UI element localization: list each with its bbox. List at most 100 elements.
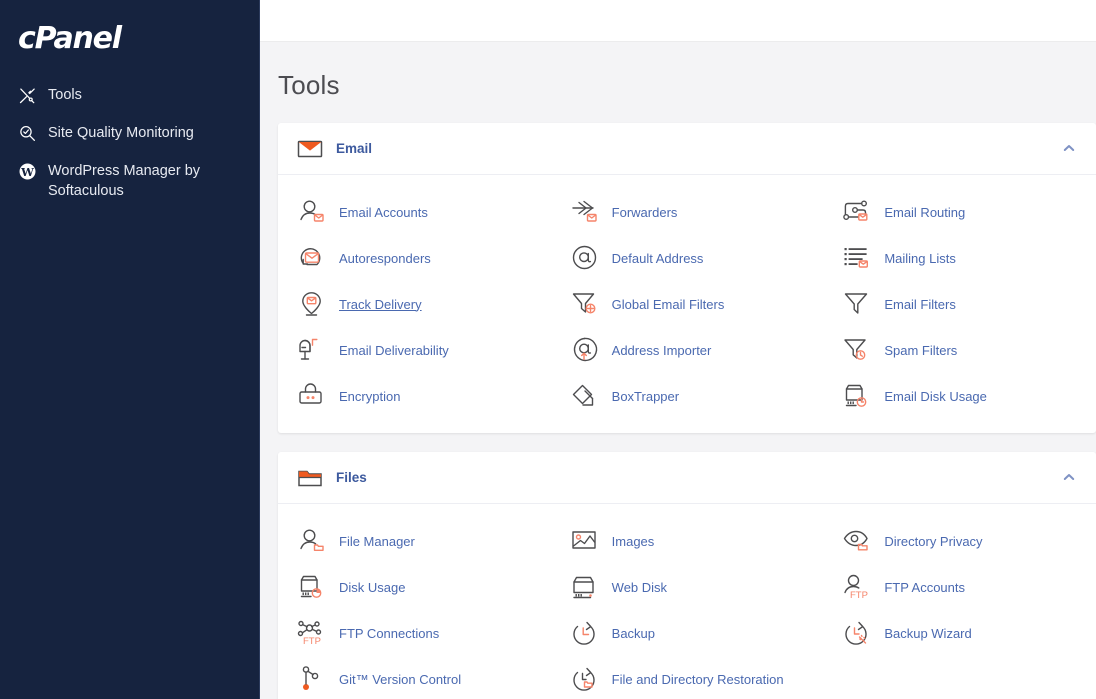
cpanel-logo: cPanel xyxy=(18,21,122,56)
section-email-header[interactable]: Email xyxy=(278,123,1096,175)
sidebar-item-label: Site Quality Monitoring xyxy=(48,125,194,141)
tile-label: FTP Accounts xyxy=(884,579,965,595)
tile-label: FTP Connections xyxy=(339,625,440,641)
tile-email-routing[interactable]: Email Routing xyxy=(823,189,1096,235)
tile-backup-wizard[interactable]: Backup Wizard xyxy=(823,610,1096,656)
user-ftp-icon: FTP xyxy=(839,571,875,603)
list-envelope-icon xyxy=(839,242,875,274)
svg-text:W: W xyxy=(20,164,34,178)
routing-envelope-icon xyxy=(839,196,875,228)
tile-label: Directory Privacy xyxy=(884,533,983,549)
user-folder-icon xyxy=(294,525,330,557)
main-area: Tools Email Email Accounts Forwarders Em… xyxy=(260,0,1096,699)
at-sign-import-icon xyxy=(567,334,603,366)
page-title: Tools xyxy=(278,70,340,100)
tile-email-accounts[interactable]: Email Accounts xyxy=(278,189,551,235)
tile-web-disk[interactable]: Web Disk xyxy=(551,564,824,610)
section-email: Email Email Accounts Forwarders Email Ro… xyxy=(278,123,1096,433)
network-ftp-icon: FTP xyxy=(294,617,330,649)
tile-email-disk-usage[interactable]: Email Disk Usage xyxy=(823,373,1096,419)
tile-label: File and Directory Restoration xyxy=(611,671,784,687)
disk-clock-icon xyxy=(839,380,875,412)
tile-label: Default Address xyxy=(611,250,704,266)
wordpress-icon: W xyxy=(16,161,38,181)
backup-clock-icon xyxy=(567,617,603,649)
tile-default-address[interactable]: Default Address xyxy=(551,235,824,281)
tile-label: Spam Filters xyxy=(884,342,958,358)
tile-label: BoxTrapper xyxy=(611,388,680,404)
funnel-plus-icon xyxy=(567,288,603,320)
sidebar-item-wordpress-manager[interactable]: W WordPress Manager by Softaculous xyxy=(0,152,259,210)
brand[interactable]: cPanel xyxy=(0,14,259,66)
sidebar-nav: Tools Site Quality Monitoring W WordPres… xyxy=(0,76,259,210)
tile-directory-privacy[interactable]: Directory Privacy xyxy=(823,518,1096,564)
backup-wand-icon xyxy=(839,617,875,649)
tile-mailing-lists[interactable]: Mailing Lists xyxy=(823,235,1096,281)
section-title: Email xyxy=(336,141,373,156)
tools-icon xyxy=(16,85,38,105)
image-icon xyxy=(567,525,603,557)
search-check-icon xyxy=(16,123,38,143)
tile-email-filters[interactable]: Email Filters xyxy=(823,281,1096,327)
section-files-header[interactable]: Files xyxy=(278,452,1096,504)
section-email-body: Email Accounts Forwarders Email Routing … xyxy=(278,175,1096,433)
sidebar-item-tools[interactable]: Tools xyxy=(0,76,259,114)
tile-file-and-directory-restoration[interactable]: File and Directory Restoration xyxy=(551,656,824,699)
lock-dots-icon xyxy=(294,380,330,412)
section-title: Files xyxy=(336,470,367,485)
tile-label: Email Filters xyxy=(884,296,956,312)
tile-label: Disk Usage xyxy=(339,579,406,595)
tile-label: Images xyxy=(611,533,655,549)
funnel-clock-icon xyxy=(839,334,875,366)
tile-encryption[interactable]: Encryption xyxy=(278,373,551,419)
tile-label: Email Deliverability xyxy=(339,342,449,358)
sidebar: cPanel Tools Site Quality Monitoring W W… xyxy=(0,0,260,699)
map-pin-envelope-icon xyxy=(294,288,330,320)
svg-text:FTP: FTP xyxy=(850,590,868,601)
section-files-body: File Manager Images Directory Privacy Di… xyxy=(278,504,1096,699)
tile-label: Backup Wizard xyxy=(884,625,972,641)
tile-images[interactable]: Images xyxy=(551,518,824,564)
tile-email-deliverability[interactable]: Email Deliverability xyxy=(278,327,551,373)
mailbox-icon xyxy=(294,334,330,366)
tile-backup[interactable]: Backup xyxy=(551,610,824,656)
tile-disk-usage[interactable]: Disk Usage xyxy=(278,564,551,610)
eye-folder-icon xyxy=(839,525,875,557)
tile-label: Web Disk xyxy=(611,579,668,595)
cpanel-app: cPanel Tools Site Quality Monitoring W W… xyxy=(0,0,1096,699)
refresh-envelope-icon xyxy=(294,242,330,274)
tile-label: Encryption xyxy=(339,388,401,404)
tile-global-email-filters[interactable]: Global Email Filters xyxy=(551,281,824,327)
tile-label: Track Delivery xyxy=(339,296,422,312)
tile-address-importer[interactable]: Address Importer xyxy=(551,327,824,373)
boxtrapper-icon xyxy=(567,380,603,412)
tile-label: Email Disk Usage xyxy=(884,388,987,404)
tile-label: Forwarders xyxy=(611,204,678,220)
tile-boxtrapper[interactable]: BoxTrapper xyxy=(551,373,824,419)
disk-icon xyxy=(567,571,603,603)
tile-label: Git™ Version Control xyxy=(339,671,462,687)
chevron-up-icon[interactable] xyxy=(1062,141,1078,157)
tile-label: File Manager xyxy=(339,533,415,549)
tile-ftp-connections[interactable]: FTP FTP Connections xyxy=(278,610,551,656)
envelope-icon xyxy=(294,138,326,160)
tile-label: Backup xyxy=(611,625,656,641)
tile-track-delivery[interactable]: Track Delivery xyxy=(278,281,551,327)
tool-sections: Email Email Accounts Forwarders Email Ro… xyxy=(260,123,1096,699)
tile-file-manager[interactable]: File Manager xyxy=(278,518,551,564)
tile-forwarders[interactable]: Forwarders xyxy=(551,189,824,235)
tile-label: Global Email Filters xyxy=(611,296,725,312)
tile-ftp-accounts[interactable]: FTP FTP Accounts xyxy=(823,564,1096,610)
tile-label: Email Routing xyxy=(884,204,966,220)
arrow-forward-envelope-icon xyxy=(567,196,603,228)
funnel-icon xyxy=(839,288,875,320)
tile-git-version-control[interactable]: Git™ Version Control xyxy=(278,656,551,699)
chevron-up-icon[interactable] xyxy=(1062,470,1078,486)
section-files: Files File Manager Images Directory Priv… xyxy=(278,452,1096,699)
restore-folder-icon xyxy=(567,663,603,695)
top-bar xyxy=(260,0,1096,42)
tile-autoresponders[interactable]: Autoresponders xyxy=(278,235,551,281)
sidebar-item-site-quality-monitoring[interactable]: Site Quality Monitoring xyxy=(0,114,259,152)
sidebar-item-label: WordPress Manager by Softaculous xyxy=(48,163,201,199)
tile-spam-filters[interactable]: Spam Filters xyxy=(823,327,1096,373)
